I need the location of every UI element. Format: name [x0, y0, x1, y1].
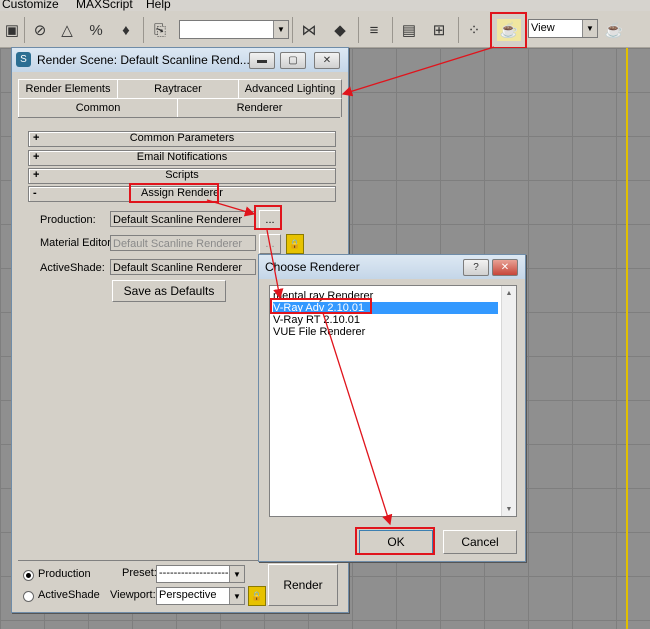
viewport-value: Perspective: [159, 589, 217, 601]
list-scrollbar[interactable]: ▲ ▼: [501, 286, 516, 516]
choose-renderer-dialog: Choose Renderer ? ✕ mental ray Renderer …: [258, 254, 526, 562]
production-mode-label: Production: [38, 568, 91, 580]
angle-snap-icon[interactable]: △: [55, 19, 79, 41]
render-view-dropdown[interactable]: View ▼: [528, 19, 598, 38]
activeshade-renderer-field: Default Scanline Renderer: [110, 259, 256, 275]
toolbar-separator: [143, 17, 144, 43]
menu-help[interactable]: Help: [146, 0, 171, 11]
rollout-label: Common Parameters: [129, 132, 235, 144]
choose-dialog-titlebar[interactable]: Choose Renderer ? ✕: [259, 255, 525, 279]
lock-icon[interactable]: 🔒: [286, 234, 304, 254]
highlight-ok-button: [355, 527, 435, 555]
toolbar-separator: [24, 17, 25, 43]
production-label: Production:: [40, 214, 96, 226]
renderer-list[interactable]: mental ray Renderer V-Ray Adv 2.10.01 V-…: [269, 285, 517, 517]
mirror-icon[interactable]: ⋈: [297, 19, 321, 41]
schematic-view-icon[interactable]: ⊞: [427, 19, 451, 41]
preset-label: Preset:: [122, 567, 157, 579]
tab-advanced-lighting[interactable]: Advanced Lighting: [238, 79, 342, 98]
rollout-label: Email Notifications: [136, 151, 228, 163]
lock-icon[interactable]: 🔒: [248, 586, 266, 606]
rollout-common-parameters[interactable]: + Common Parameters: [28, 131, 336, 147]
cancel-button[interactable]: Cancel: [443, 530, 517, 554]
chevron-down-icon: ▼: [582, 20, 597, 37]
highlight-vray-item: [270, 298, 372, 314]
production-mode-radio[interactable]: [23, 570, 34, 581]
activeshade-mode-label: ActiveShade: [38, 589, 100, 601]
material-editor-renderer-field: Default Scanline Renderer: [110, 235, 256, 251]
tab-divider: [18, 117, 340, 118]
menu-maxscript[interactable]: MAXScript: [76, 0, 133, 11]
menu-customize[interactable]: Customize: [2, 0, 59, 11]
tab-renderer[interactable]: Renderer: [177, 98, 342, 117]
highlight-assign-renderer: [129, 183, 219, 203]
close-button[interactable]: ✕: [314, 52, 340, 69]
close-button[interactable]: ✕: [492, 259, 518, 276]
toolbar-separator: [358, 17, 359, 43]
chevron-down-icon: ▼: [229, 588, 244, 604]
material-editor-icon[interactable]: ⁘: [462, 19, 486, 41]
chevron-down-icon: ▼: [273, 21, 288, 38]
edit-named-selection-icon[interactable]: ⎘: [148, 19, 172, 41]
activeshade-label: ActiveShade:: [40, 262, 105, 274]
toolbar-separator: [458, 17, 459, 43]
rollout-scripts[interactable]: + Scripts: [28, 168, 336, 184]
viewport-active-border: [626, 48, 628, 629]
align-icon[interactable]: ◆: [328, 19, 352, 41]
percent-snap-icon[interactable]: %: [84, 19, 108, 41]
highlight-render-setup: [490, 12, 527, 49]
material-editor-label: Material Editor:: [40, 237, 114, 249]
material-editor-browse-button[interactable]: ...: [259, 234, 281, 254]
rollout-label: Scripts: [165, 169, 199, 181]
scroll-down-icon[interactable]: ▼: [502, 502, 516, 516]
toolbar-separator: [392, 17, 393, 43]
max-app-icon: S: [16, 52, 31, 67]
scroll-up-icon[interactable]: ▲: [502, 286, 516, 300]
viewport-dropdown[interactable]: Perspective ▼: [156, 587, 245, 605]
viewport-label: Viewport:: [110, 589, 156, 601]
production-renderer-field: Default Scanline Renderer: [110, 211, 256, 227]
preset-value: --------------------: [159, 567, 233, 579]
spinner-snap-icon[interactable]: ♦: [114, 19, 138, 41]
render-button[interactable]: Render: [268, 564, 338, 606]
snap-3d-icon[interactable]: ⊘: [28, 19, 52, 41]
cube-icon[interactable]: ▣: [0, 19, 24, 41]
named-selection-dropdown[interactable]: ▼: [179, 20, 289, 39]
list-item[interactable]: V-Ray RT 2.10.01: [273, 314, 498, 326]
curve-editor-icon[interactable]: ▤: [397, 19, 421, 41]
highlight-browse-button: [254, 205, 282, 230]
tab-common[interactable]: Common: [18, 98, 178, 117]
choose-dialog-title: Choose Renderer: [265, 260, 360, 274]
preset-dropdown[interactable]: -------------------- ▼: [156, 565, 245, 583]
help-button[interactable]: ?: [463, 259, 489, 276]
tab-raytracer[interactable]: Raytracer: [117, 79, 239, 98]
toolbar-separator: [292, 17, 293, 43]
menu-bar: Customize MAXScript Help: [0, 0, 650, 11]
save-as-defaults-button[interactable]: Save as Defaults: [112, 280, 226, 302]
maximize-button[interactable]: ▢: [280, 52, 306, 69]
minimize-button[interactable]: ▬: [249, 52, 275, 69]
rollout-email-notifications[interactable]: + Email Notifications: [28, 150, 336, 166]
main-toolbar: ▣ ⊘ △ % ♦ ⎘ ▼ ⋈ ◆ ≡ ▤ ⊞ ⁘ ☕ View ▼ ☕: [0, 11, 650, 49]
activeshade-mode-radio[interactable]: [23, 591, 34, 602]
tab-render-elements[interactable]: Render Elements: [18, 79, 118, 98]
layer-manager-icon[interactable]: ≡: [362, 19, 386, 41]
render-view-value: View: [531, 22, 555, 34]
render-dialog-titlebar[interactable]: S Render Scene: Default Scanline Rend...…: [12, 48, 348, 72]
chevron-down-icon: ▼: [229, 566, 244, 582]
render-dialog-title: Render Scene: Default Scanline Rend...: [37, 53, 250, 67]
quick-render-teapot-icon[interactable]: ☕: [602, 19, 626, 41]
list-item[interactable]: VUE File Renderer: [273, 326, 498, 338]
